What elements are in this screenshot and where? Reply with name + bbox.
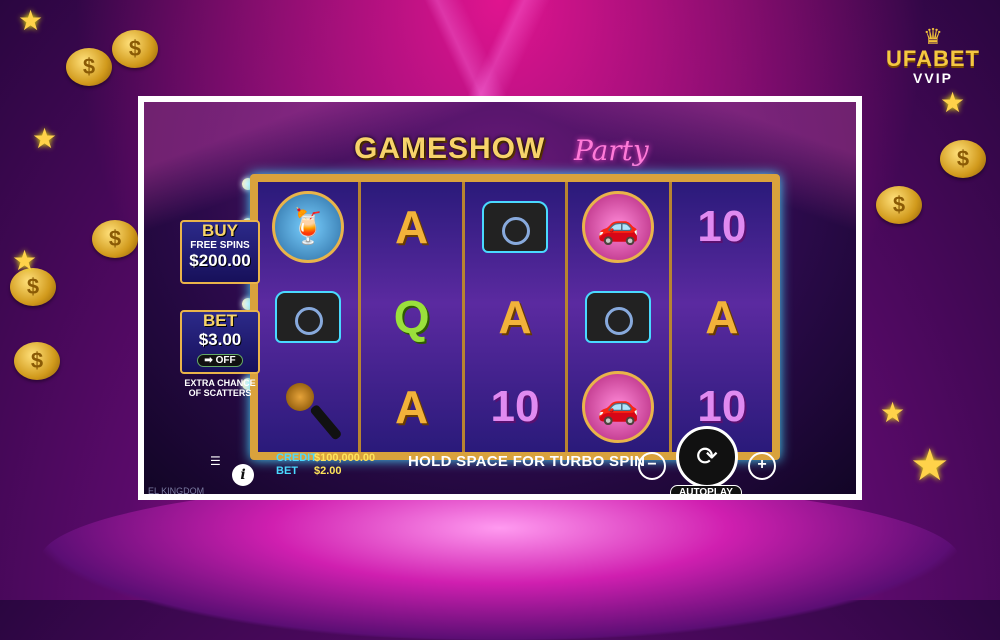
brand-logo: ♛ UFABET VVIP: [886, 24, 980, 87]
symbol-cell: [568, 272, 668, 362]
cocktail-icon: 🍹: [272, 191, 345, 263]
symbol-a: A: [394, 381, 429, 433]
coin-icon: $: [14, 342, 60, 380]
symbol-10: 10: [697, 382, 747, 431]
reel-grid[interactable]: 🍹 A Q A A 10 🚗 🚗 10 A 10: [250, 174, 780, 460]
star-icon: ★: [940, 87, 966, 118]
buy-free-spins-button[interactable]: BUY FREE SPINS $200.00: [180, 220, 260, 284]
reel-4: 🚗 🚗: [568, 182, 672, 452]
symbol-10: 10: [490, 382, 540, 431]
coin-icon: $: [66, 48, 112, 86]
symbol-cell: 10: [672, 182, 772, 272]
symbol-cell: 🚗: [568, 362, 668, 452]
coin-icon: $: [92, 220, 138, 258]
bet-label: BET: [276, 465, 298, 477]
phone-icon: [482, 201, 549, 253]
reel-3: A 10: [464, 182, 569, 452]
autoplay-button[interactable]: AUTOPLAY: [670, 485, 742, 494]
phone-icon: [585, 291, 652, 343]
symbol-cell: 10: [465, 362, 565, 452]
star-icon: ★: [910, 441, 950, 490]
provider-text: EL KINGDOM: [148, 486, 205, 494]
symbol-a: A: [394, 201, 429, 253]
menu-icon[interactable]: ☰: [210, 454, 221, 468]
crown-icon: ♛: [923, 24, 943, 49]
plus-icon[interactable]: +: [748, 452, 776, 480]
symbol-10: 10: [697, 202, 747, 251]
game-title-script: Party: [574, 134, 649, 167]
buy-sub: FREE SPINS: [190, 240, 250, 251]
star-icon: ★: [12, 245, 38, 276]
symbol-cell: 🚗: [568, 182, 668, 272]
bet-heading: BET: [203, 311, 237, 330]
spin-icon[interactable]: ⟳: [676, 426, 738, 488]
microphone-icon: [286, 383, 315, 411]
phone-icon: [275, 291, 342, 343]
symbol-a: A: [498, 291, 532, 343]
background-stage: [40, 480, 960, 640]
bet-amount: $2.00: [314, 465, 342, 477]
star-icon: ★: [880, 397, 906, 428]
balance-display: CREDIT$100,000.00 BET $2.00: [276, 452, 375, 478]
symbol-cell: [258, 272, 358, 362]
symbol-cell: A: [361, 362, 461, 452]
symbol-q: Q: [393, 291, 430, 343]
game-frame: GAMESHOW Party 🍹 A Q A A 10 🚗 🚗 10 A 10 BUY FREE S…: [138, 96, 862, 500]
logo-subtext: VVIP: [913, 70, 953, 86]
credit-label: CREDIT: [276, 452, 317, 464]
buy-price: $200.00: [189, 251, 251, 270]
coin-icon: $: [112, 30, 158, 68]
turbo-hint: HOLD SPACE FOR TURBO SPIN: [408, 453, 646, 470]
symbol-cell: A: [465, 272, 565, 362]
symbol-cell: [258, 362, 358, 452]
ante-bet-panel: BET $3.00 ➡ OFF: [180, 310, 260, 374]
reel-2: AQA: [361, 182, 465, 452]
car-icon: 🚗: [582, 191, 655, 263]
logo-text: UFABET: [886, 46, 980, 71]
symbol-a: A: [705, 291, 739, 343]
symbol-cell: Q: [361, 272, 461, 362]
star-icon: ★: [32, 123, 58, 154]
symbol-cell: A: [672, 272, 772, 362]
coin-icon: $: [876, 186, 922, 224]
symbol-cell: 🍹: [258, 182, 358, 272]
bet-value: $3.00: [198, 330, 242, 349]
car-icon: 🚗: [582, 371, 655, 443]
control-bar: ☰ i CREDIT$100,000.00 BET $2.00 HOLD SPAC…: [144, 426, 856, 494]
minus-icon[interactable]: −: [638, 452, 666, 480]
ante-bet-toggle[interactable]: ➡ OFF: [197, 354, 243, 367]
game-screen: GAMESHOW Party 🍹 A Q A A 10 🚗 🚗 10 A 10 BUY FREE S…: [144, 102, 856, 494]
info-icon[interactable]: i: [232, 464, 254, 486]
reel-5: 10 A 10: [671, 182, 773, 452]
credit-value: $100,000.00: [314, 452, 376, 464]
buy-heading: BUY: [202, 221, 238, 240]
symbol-cell: [465, 182, 565, 272]
star-icon: ★: [18, 5, 44, 36]
reel-1: 🍹: [258, 182, 362, 452]
symbol-cell: A: [361, 182, 461, 272]
coin-icon: $: [940, 140, 986, 178]
extra-chance-note: EXTRA CHANCE OF SCATTERS: [184, 378, 256, 398]
game-title: GAMESHOW: [354, 132, 546, 165]
